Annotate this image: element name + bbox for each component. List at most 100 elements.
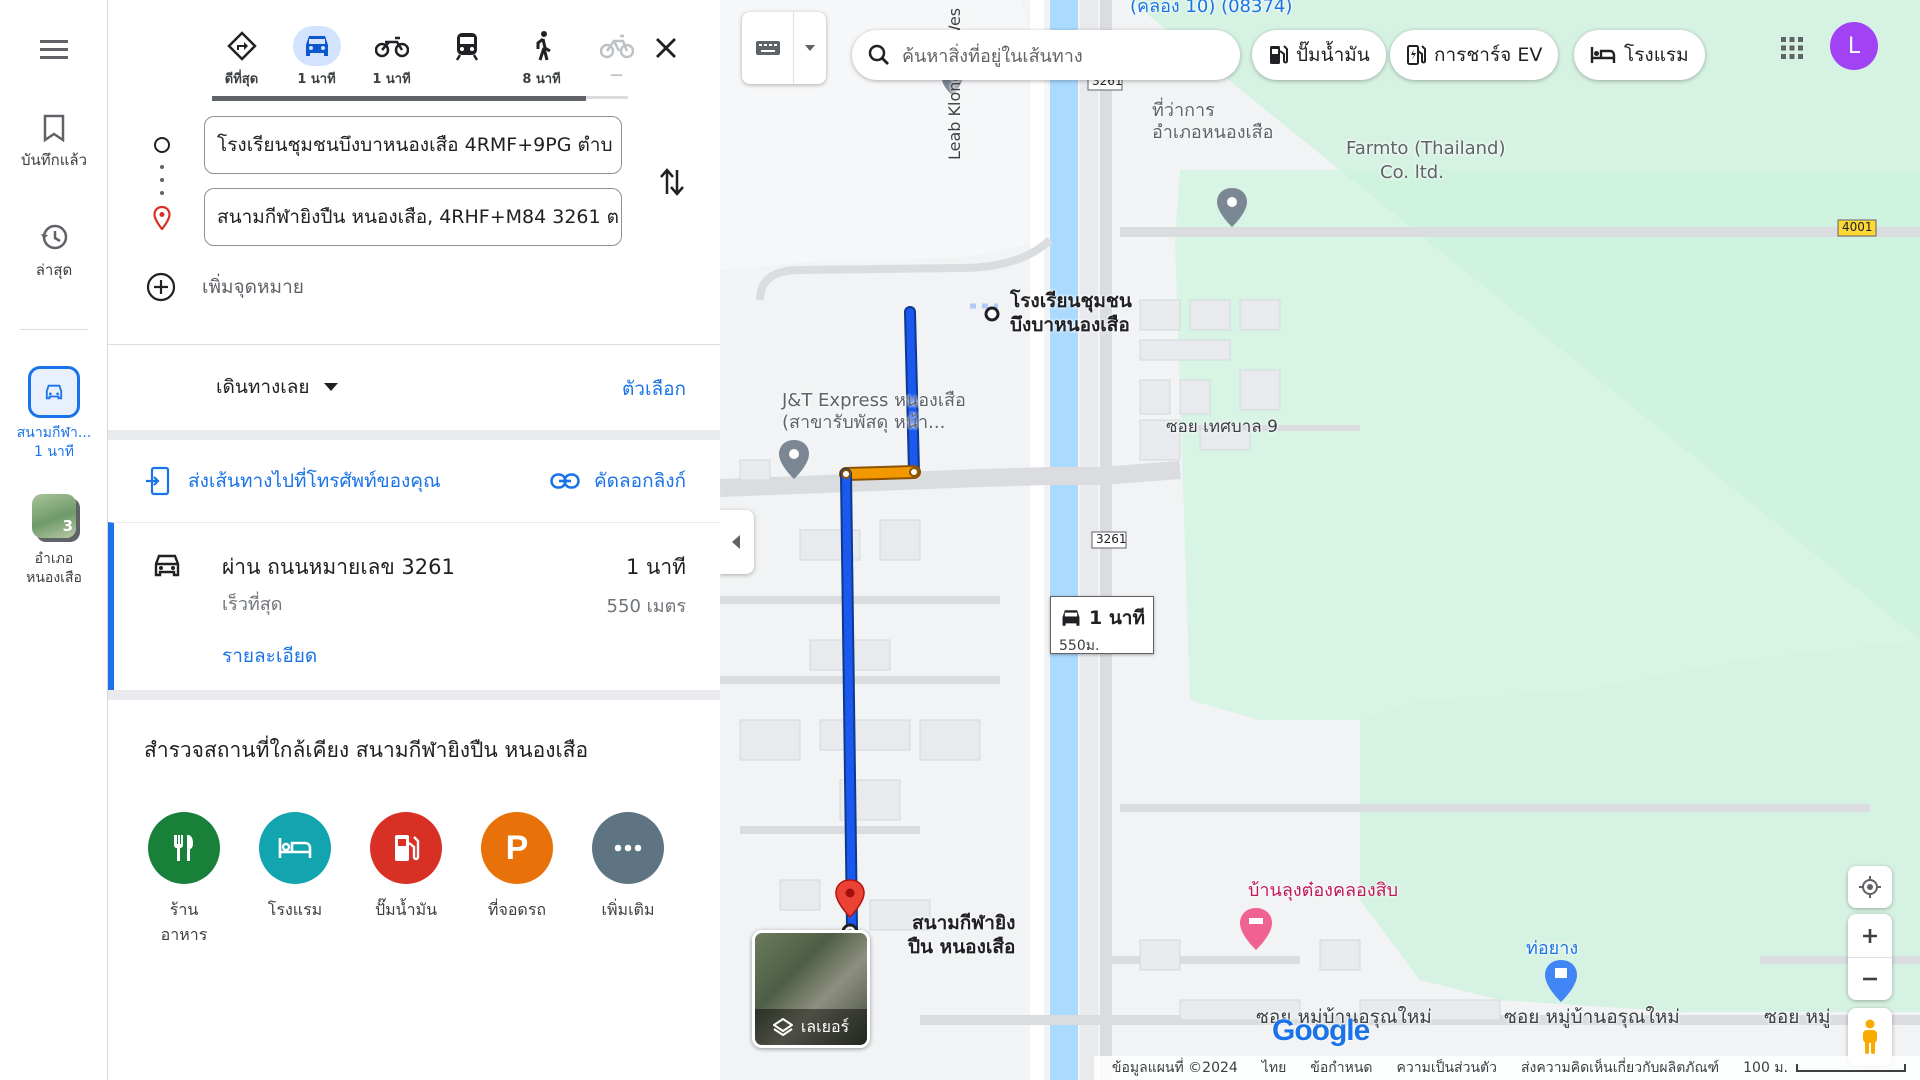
copy-link-button[interactable]: คัดลอกลิงก์	[550, 466, 686, 496]
mode-motorcycle-label: 1 นาที	[372, 72, 411, 87]
menu-button[interactable]	[0, 38, 108, 60]
jt-express-pin-icon[interactable]	[779, 440, 809, 479]
send-to-phone-button[interactable]: ส่งเส้นทางไปที่โทรศัพท์ของคุณ	[146, 466, 441, 496]
car-icon	[154, 554, 180, 577]
nearby-categories: ร้านอาหาร โรงแรม ปั๊มน้ำมัน P ที่จอดรถ เ…	[148, 812, 664, 948]
train-icon	[455, 33, 478, 61]
destination-input[interactable]: สนามกีฬายิงปืน หนองเสือ, 4RHF+M84 3261 ต	[204, 188, 622, 246]
origin-input[interactable]: โรงเรียนชุมชนบึงบาหนองเสือ 4RMF+9PG ตำบ	[204, 116, 622, 174]
route-time-callout[interactable]: 1 นาที 550ม.	[1050, 596, 1154, 654]
poi-farmto-2[interactable]: Co. ltd.	[1380, 162, 1444, 184]
map-data-credit[interactable]: ข้อมูลแผนที่ ©2024	[1112, 1057, 1238, 1079]
mode-motorcycle[interactable]: 1 นาที	[354, 26, 429, 92]
poi-farmto-1[interactable]: Farmto (Thailand)	[1346, 138, 1506, 160]
zoom-in-button[interactable]	[1848, 914, 1892, 957]
chip-gas-station[interactable]: ปั๊มน้ำมัน	[1252, 30, 1386, 80]
saved-label: บันทึกแล้ว	[20, 151, 88, 169]
search-placeholder: ค้นหาสิ่งที่อยู่ในเส้นทาง	[902, 45, 1083, 67]
my-location-icon	[1859, 876, 1881, 898]
origin-marker[interactable]	[984, 306, 1000, 322]
poi-shop-label[interactable]: ท่อยาง	[1526, 938, 1578, 960]
directions-icon	[226, 31, 257, 61]
callout-distance: 550ม.	[1059, 638, 1100, 654]
mode-transit[interactable]	[429, 26, 504, 92]
mode-drive[interactable]: 1 นาที	[279, 26, 354, 92]
leave-now-label: เดินทางเลย	[216, 376, 310, 398]
destination-map-label-2[interactable]: ปืน หนองเสือ	[908, 936, 1015, 958]
my-location-button[interactable]	[1848, 866, 1892, 908]
mode-bike[interactable]: —	[579, 26, 654, 92]
mode-bike-label: —	[610, 68, 623, 83]
car-icon	[305, 36, 328, 56]
saved-button[interactable]: บันทึกแล้ว	[0, 114, 108, 172]
keyboard-icon	[755, 41, 780, 55]
google-apps-button[interactable]	[1772, 28, 1812, 68]
map-canvas[interactable]: 3261 3261 4001 (คลอง 10) (08374) ที่ว่าก…	[720, 0, 1920, 1080]
poi-district-office-1[interactable]: ที่ว่าการ	[1152, 100, 1215, 122]
category-gas-station[interactable]: ปั๊มน้ำมัน	[370, 812, 442, 948]
feedback-link[interactable]: ส่งความคิดเห็นเกี่ยวกับผลิตภัณฑ์	[1521, 1057, 1719, 1079]
search-icon	[868, 44, 889, 65]
layers-button[interactable]: เลเยอร์	[752, 930, 870, 1048]
more-icon	[614, 844, 642, 852]
search-along-route-input[interactable]: ค้นหาสิ่งที่อยู่ในเส้นทาง	[852, 30, 1240, 80]
chip-hotel[interactable]: โรงแรม	[1574, 30, 1705, 80]
chip-ev-charging[interactable]: การชาร์จ EV	[1390, 30, 1559, 80]
zoom-out-button[interactable]	[1848, 957, 1892, 1000]
recent-route-tile	[28, 366, 80, 418]
swap-icon	[660, 168, 684, 196]
recent-place-item[interactable]: 3 อำเภอ หนองเสือ	[0, 494, 108, 588]
mode-best-label: ดีที่สุด	[224, 72, 259, 87]
poi-restaurant-label[interactable]: บ้านลุงต๋องคลองสิบ	[1248, 880, 1398, 902]
category-label: ที่จอดรถ	[487, 900, 547, 919]
category-parking[interactable]: P ที่จอดรถ	[481, 812, 553, 948]
poi-jt-express-2[interactable]: (สาขารับพัสดุ หน้า...	[782, 412, 945, 434]
options-link[interactable]: ตัวเลือก	[622, 374, 686, 404]
add-circle-icon	[146, 272, 176, 302]
category-more[interactable]: เพิ่มเติม	[592, 812, 664, 948]
poi-jt-express-1[interactable]: J&T Express หนองเสือ	[782, 390, 966, 412]
scale-indicator[interactable]: 100 ม.	[1743, 1057, 1906, 1079]
hotel-icon	[1590, 47, 1616, 63]
route-via: ผ่าน ถนนหมายเลข 3261	[222, 555, 455, 579]
restaurant-pin-icon[interactable]	[1240, 908, 1272, 950]
route-option-card[interactable]: ผ่าน ถนนหมายเลข 3261 เร็วที่สุด 1 นาที 5…	[108, 522, 720, 690]
destination-map-label-1[interactable]: สนามกีฬายิง	[912, 912, 1015, 934]
route-traffic-segment[interactable]	[841, 467, 919, 479]
leave-now-dropdown[interactable]: เดินทางเลย	[216, 372, 338, 402]
menu-icon	[40, 40, 68, 59]
origin-map-label-2[interactable]: บึงบาหนองเสือ	[1010, 314, 1130, 336]
chevron-down-icon	[323, 383, 338, 391]
mode-walk[interactable]: 8 นาที	[504, 26, 579, 92]
input-tools-button[interactable]	[742, 12, 826, 84]
origin-circle-icon	[154, 137, 170, 153]
recent-button[interactable]: ล่าสุด	[0, 222, 108, 282]
shop-pin-icon[interactable]	[1545, 960, 1577, 1002]
hotel-icon	[278, 838, 312, 858]
destination-pin-icon[interactable]	[835, 879, 865, 919]
add-destination-button[interactable]: เพิ่มจุดหมาย	[146, 272, 304, 302]
farmto-pin-icon[interactable]	[1217, 188, 1247, 227]
road-label-khlong10[interactable]: (คลอง 10) (08374)	[1130, 0, 1292, 18]
route-details-link[interactable]: รายละเอียด	[222, 641, 317, 671]
divider	[108, 344, 720, 345]
mode-walk-label: 8 นาที	[522, 72, 561, 87]
swap-waypoints-button[interactable]	[652, 162, 692, 202]
collapse-panel-button[interactable]	[720, 510, 754, 574]
recent-route-item[interactable]: สนามกีฬา... 1 นาที	[0, 366, 108, 462]
link-icon	[550, 473, 580, 489]
route-duration: 1 นาที	[625, 555, 686, 579]
account-avatar[interactable]: L	[1830, 22, 1878, 70]
privacy-link[interactable]: ความเป็นส่วนตัว	[1397, 1057, 1498, 1079]
close-directions-button[interactable]	[648, 30, 684, 66]
destination-pin-icon	[153, 206, 171, 230]
category-hotel[interactable]: โรงแรม	[259, 812, 331, 948]
mode-best[interactable]: ดีที่สุด	[204, 26, 279, 92]
zoom-controls	[1848, 914, 1892, 1000]
poi-district-office-2[interactable]: อำเภอหนองเสือ	[1152, 122, 1273, 144]
minus-icon	[1863, 977, 1877, 981]
category-restaurant[interactable]: ร้านอาหาร	[148, 812, 220, 948]
origin-map-label-1[interactable]: โรงเรียนชุมชน	[1010, 290, 1132, 312]
terms-link[interactable]: ข้อกำหนด	[1310, 1057, 1372, 1079]
language-link[interactable]: ไทย	[1262, 1057, 1286, 1079]
